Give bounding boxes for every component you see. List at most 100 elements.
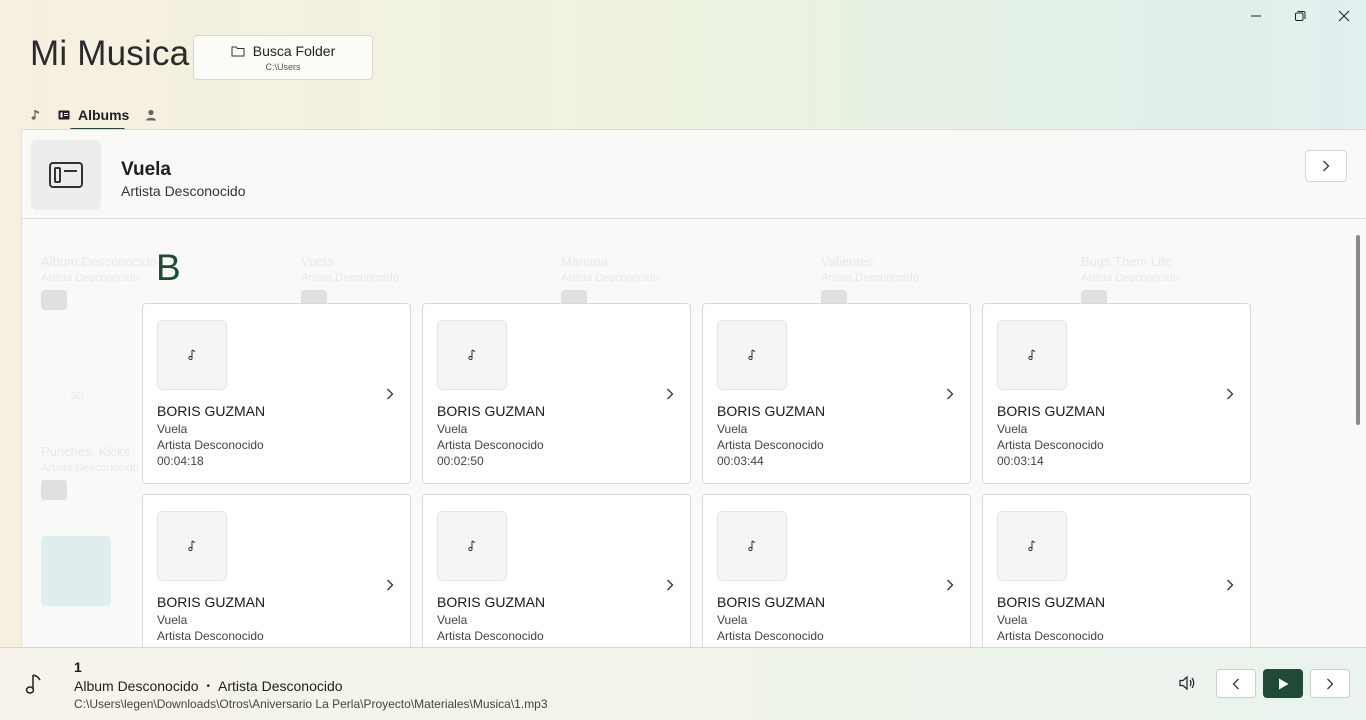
background-album-title: Album Desconocido bbox=[41, 254, 157, 269]
music-note-icon bbox=[1028, 540, 1036, 552]
vertical-scrollbar[interactable] bbox=[1356, 235, 1360, 425]
song-card[interactable]: BORIS GUZMAN Vuela Artista Desconocido 0… bbox=[702, 303, 971, 484]
background-album-artist: Artista Desconocido bbox=[561, 272, 659, 284]
song-card[interactable]: BORIS GUZMAN Vuela Artista Desconocido 0… bbox=[422, 303, 691, 484]
background-album-title: Manana bbox=[561, 254, 608, 269]
song-album: Vuela bbox=[997, 422, 1028, 436]
song-card[interactable]: BORIS GUZMAN Vuela Artista Desconocido bbox=[142, 494, 411, 647]
song-card[interactable]: BORIS GUZMAN Vuela Artista Desconocido bbox=[422, 494, 691, 647]
song-album: Vuela bbox=[157, 422, 188, 436]
background-album-artist: Artista Desconocido bbox=[41, 462, 139, 474]
chevron-right-icon[interactable] bbox=[666, 579, 674, 591]
minimize-icon bbox=[1251, 15, 1261, 17]
song-album: Vuela bbox=[717, 422, 748, 436]
song-card[interactable]: BORIS GUZMAN Vuela Artista Desconocido bbox=[982, 494, 1251, 647]
song-duration: 00:03:14 bbox=[997, 454, 1044, 468]
background-album-artist: Artista Desconocido bbox=[41, 272, 139, 284]
song-title: BORIS GUZMAN bbox=[717, 594, 826, 610]
restore-button[interactable] bbox=[1278, 0, 1322, 32]
song-title: BORIS GUZMAN bbox=[437, 594, 546, 610]
chevron-right-icon[interactable] bbox=[666, 388, 674, 400]
album-art bbox=[31, 140, 101, 210]
app-title: Mi Musica bbox=[30, 34, 190, 73]
minimize-button[interactable] bbox=[1234, 0, 1278, 32]
song-album: Vuela bbox=[997, 613, 1028, 627]
song-album: Vuela bbox=[437, 613, 468, 627]
album-artist: Artista Desconocido bbox=[121, 183, 246, 199]
music-note-icon bbox=[25, 674, 41, 694]
play-icon bbox=[1278, 678, 1288, 689]
tab-albums-label: Albums bbox=[78, 107, 130, 123]
song-title: BORIS GUZMAN bbox=[997, 403, 1106, 419]
background-album-art bbox=[41, 536, 111, 606]
chevron-right-icon[interactable] bbox=[386, 579, 394, 591]
song-artist: Artista Desconocido bbox=[437, 629, 544, 643]
close-icon bbox=[1338, 10, 1350, 22]
folder-icon bbox=[231, 46, 245, 57]
browse-folder-button[interactable]: Busca Folder C:\Users bbox=[193, 35, 373, 80]
chevron-right-icon bbox=[1327, 678, 1334, 689]
now-playing-album: Album Desconocido bbox=[74, 678, 199, 694]
browse-folder-label: Busca Folder bbox=[252, 43, 336, 59]
song-album: Vuela bbox=[437, 422, 468, 436]
tab-artists[interactable] bbox=[137, 100, 165, 130]
chevron-right-icon[interactable] bbox=[946, 388, 954, 400]
previous-button[interactable] bbox=[1216, 669, 1256, 698]
current-folder-path: C:\Users bbox=[265, 62, 301, 72]
chevron-right-icon[interactable] bbox=[386, 388, 394, 400]
song-art bbox=[717, 511, 787, 581]
music-note-icon bbox=[468, 540, 476, 552]
song-art bbox=[437, 511, 507, 581]
song-artist: Artista Desconocido bbox=[997, 438, 1104, 452]
close-button[interactable] bbox=[1322, 0, 1366, 32]
restore-icon bbox=[1295, 11, 1306, 21]
song-card[interactable]: BORIS GUZMAN Vuela Artista Desconocido bbox=[702, 494, 971, 647]
song-card[interactable]: BORIS GUZMAN Vuela Artista Desconocido 0… bbox=[982, 303, 1251, 484]
now-playing-artist: Artista Desconocido bbox=[218, 678, 343, 694]
music-note-icon bbox=[1028, 349, 1036, 361]
album-detail-view: 20 Album Desconocido Artista Desconocido… bbox=[21, 129, 1366, 647]
song-title: BORIS GUZMAN bbox=[717, 403, 826, 419]
album-next-button[interactable] bbox=[1305, 150, 1347, 182]
volume-icon[interactable] bbox=[1178, 675, 1196, 691]
now-playing-path: C:\Users\legen\Downloads\Otros\Aniversar… bbox=[74, 697, 548, 711]
song-duration: 00:03:44 bbox=[717, 454, 764, 468]
next-button[interactable] bbox=[1310, 669, 1350, 698]
song-album: Vuela bbox=[157, 613, 188, 627]
chevron-right-icon bbox=[1323, 160, 1330, 172]
chevron-right-icon[interactable] bbox=[1226, 388, 1234, 400]
chevron-right-icon[interactable] bbox=[1226, 579, 1234, 591]
background-album-number: 30 bbox=[71, 390, 84, 402]
background-album-button bbox=[41, 480, 67, 500]
music-note-icon bbox=[748, 540, 756, 552]
song-title: BORIS GUZMAN bbox=[997, 594, 1106, 610]
song-art bbox=[997, 320, 1067, 390]
tab-songs[interactable] bbox=[22, 100, 50, 130]
background-album-title: Vuela bbox=[301, 254, 334, 269]
song-duration: 00:02:50 bbox=[437, 454, 484, 468]
song-title: BORIS GUZMAN bbox=[157, 403, 266, 419]
music-note-icon bbox=[748, 349, 756, 361]
group-letter-header: B bbox=[156, 247, 181, 288]
song-art bbox=[157, 511, 227, 581]
song-art bbox=[997, 511, 1067, 581]
song-title: BORIS GUZMAN bbox=[157, 594, 266, 610]
background-album-title: Valientes bbox=[821, 254, 874, 269]
song-artist: Artista Desconocido bbox=[997, 629, 1104, 643]
background-album-button bbox=[41, 290, 67, 310]
song-artist: Artista Desconocido bbox=[437, 438, 544, 452]
background-album-title: Punches, Kicks bbox=[41, 444, 130, 459]
album-header: Vuela Artista Desconocido bbox=[22, 130, 1366, 219]
play-button[interactable] bbox=[1263, 669, 1303, 698]
song-artist: Artista Desconocido bbox=[157, 438, 264, 452]
song-duration: 00:04:18 bbox=[157, 454, 204, 468]
now-playing-meta: Album Desconocido • Artista Desconocido bbox=[74, 678, 343, 694]
song-artist: Artista Desconocido bbox=[157, 629, 264, 643]
song-card[interactable]: BORIS GUZMAN Vuela Artista Desconocido 0… bbox=[142, 303, 411, 484]
music-note-icon bbox=[468, 349, 476, 361]
song-album: Vuela bbox=[717, 613, 748, 627]
chevron-right-icon[interactable] bbox=[946, 579, 954, 591]
chevron-left-icon bbox=[1232, 678, 1239, 689]
background-album-artist: Artista Desconocido bbox=[301, 272, 399, 284]
tab-albums[interactable]: Albums bbox=[50, 100, 137, 131]
